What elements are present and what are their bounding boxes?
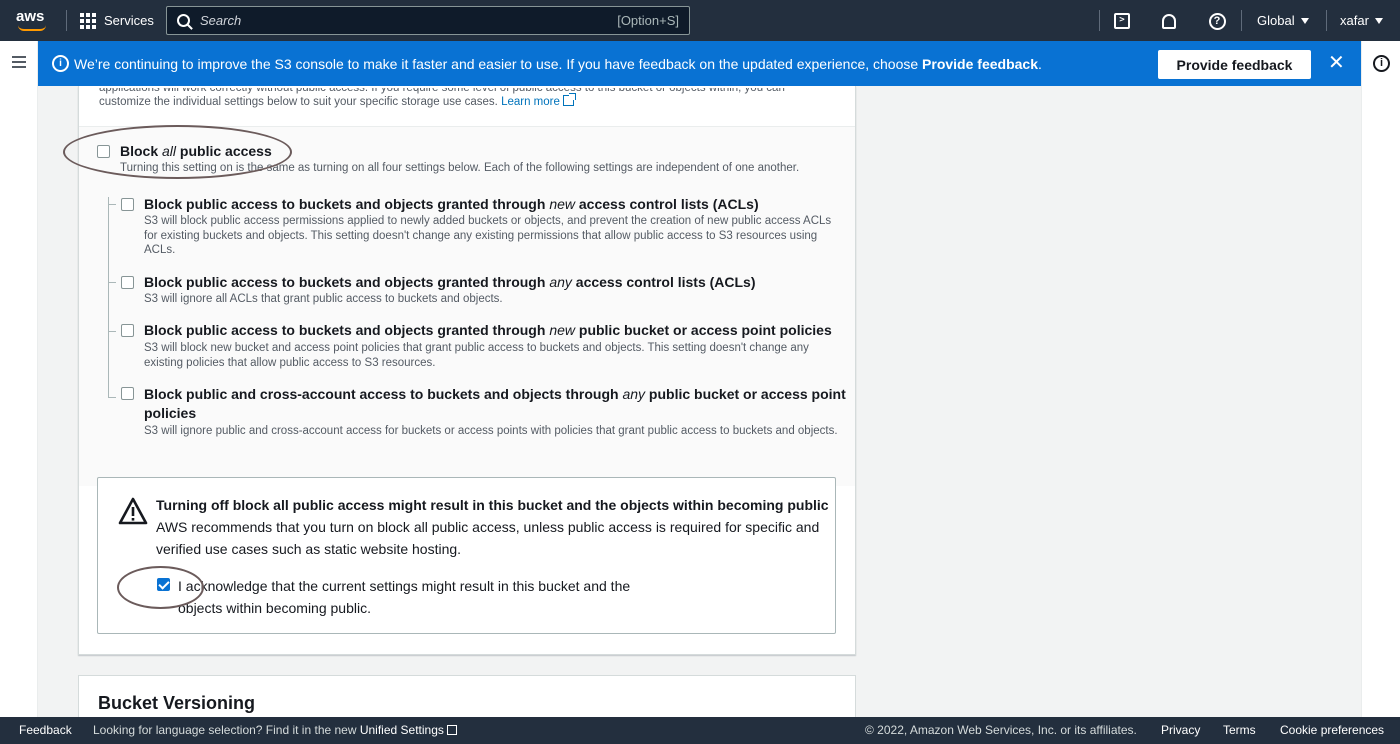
help-button[interactable]: ? [1207,11,1227,31]
caret-down-icon [1300,17,1309,24]
provide-feedback-button[interactable]: Provide feedback [1158,50,1311,79]
block-any-acls-checkbox[interactable] [121,276,134,289]
nav-divider [66,10,67,31]
option-title: Block public access to buckets and objec… [144,196,759,212]
option-description: S3 will ignore all ACLs that grant publi… [144,293,503,305]
top-navigation: aws Services [Option+S] > ? Global xafar [0,0,1400,41]
footer: Feedback Looking for language selection?… [0,717,1400,744]
unified-settings-link[interactable]: Unified Settings [360,723,444,737]
nav-divider [1241,10,1242,31]
acknowledge-label: I acknowledge that the current settings … [178,578,631,616]
menu-icon[interactable] [12,56,26,68]
right-rail [1361,41,1400,717]
notifications-button[interactable] [1159,11,1179,31]
footer-terms-link[interactable]: Terms [1223,723,1256,737]
option-title: Block public access to buckets and objec… [144,322,832,338]
section-heading: Bucket Versioning [98,693,256,713]
intro-text: applications will work correctly without… [99,88,839,109]
help-icon: ? [1208,12,1226,30]
tree-connector [108,397,116,398]
left-rail [0,41,38,717]
user-name: xafar [1340,13,1369,28]
region-selector[interactable]: Global [1257,0,1309,41]
nav-divider [1099,10,1100,31]
services-menu-button[interactable]: Services [80,0,154,41]
footer-cookie-preferences-link[interactable]: Cookie preferences [1280,723,1384,737]
search-bar[interactable]: [Option+S] [166,6,690,35]
cloudshell-button[interactable]: > [1112,11,1132,31]
annotation-ellipse [117,566,204,609]
external-link-icon [446,725,457,735]
search-shortcut: [Option+S] [617,13,679,28]
warning-body: AWS recommends that you turn on block al… [156,519,820,557]
account-menu[interactable]: xafar [1340,0,1383,41]
tree-connector [108,204,116,205]
services-label: Services [104,13,154,28]
annotation-ellipse [63,125,292,179]
learn-more-link[interactable]: Learn more [501,93,576,108]
info-icon[interactable]: i [1373,55,1390,72]
tree-connector [108,282,116,283]
aws-logo-text: aws [16,8,45,25]
option-description: S3 will block new bucket and access poin… [144,342,809,369]
option-description: S3 will ignore public and cross-account … [144,425,838,437]
option-title: Block public access to buckets and objec… [144,274,756,290]
block-new-policies-checkbox[interactable] [121,324,134,337]
close-icon[interactable]: ✕ [1328,53,1345,73]
terminal-icon: > [1114,13,1130,29]
warning-title: Turning off block all public access migh… [156,497,829,513]
footer-feedback-link[interactable]: Feedback [19,723,72,737]
block-new-acls-checkbox[interactable] [121,198,134,211]
external-link-icon [562,93,576,106]
footer-copyright: © 2022, Amazon Web Services, Inc. or its… [865,723,1137,737]
bucket-versioning-panel: Bucket Versioning [78,675,856,720]
footer-language-note: Looking for language selection? Find it … [93,723,457,737]
search-input[interactable] [200,13,618,28]
aws-logo[interactable]: aws [16,8,50,34]
nav-divider [1326,10,1327,31]
caret-down-icon [1374,17,1383,24]
intro-line: customize the individual settings below … [99,96,502,108]
option-title-line2: policies [144,405,197,421]
tree-connector [108,331,116,332]
info-icon: i [52,55,69,72]
banner-message: We’re continuing to improve the S3 conso… [74,56,1042,72]
option-description: S3 will block public access permissions … [144,215,832,256]
search-icon [177,14,190,27]
aws-smile-icon [18,25,46,31]
block-cross-account-checkbox[interactable] [121,387,134,400]
region-label: Global [1257,13,1295,28]
footer-privacy-link[interactable]: Privacy [1161,723,1200,737]
grid-icon [80,12,96,29]
warning-icon [118,497,148,525]
tree-connector [108,197,109,397]
bell-icon [1162,13,1176,29]
option-title: Block public and cross-account access to… [144,386,846,402]
feedback-banner: i We’re continuing to improve the S3 con… [38,41,1361,86]
